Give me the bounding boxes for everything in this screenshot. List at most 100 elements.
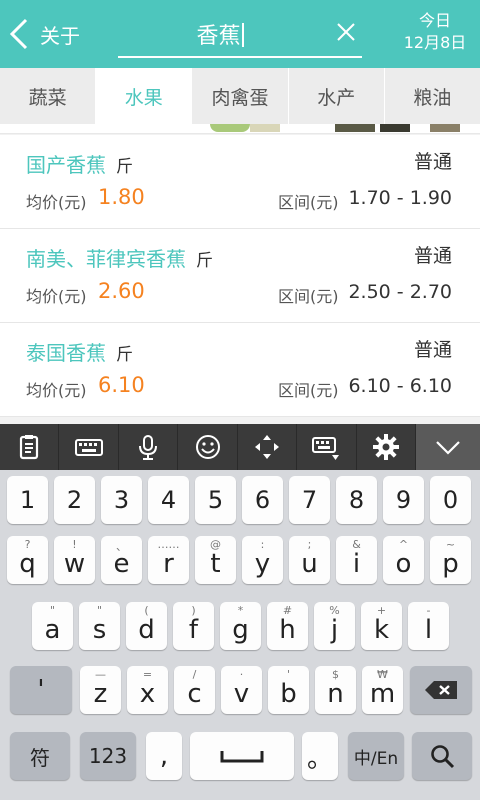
key-secondary-label: ' — [286, 668, 291, 681]
date-today-label: 今日 — [418, 11, 451, 30]
search-input[interactable]: 香蕉 — [118, 8, 362, 58]
avg-price-value: 2.60 — [98, 279, 145, 303]
key-8[interactable]: 8 — [336, 476, 377, 524]
key-label: w — [63, 549, 86, 579]
keyboard-toolbar — [0, 424, 480, 470]
key-l[interactable]: -l — [408, 602, 449, 650]
key-label: s — [92, 615, 107, 645]
key-n[interactable]: $ n — [315, 666, 356, 714]
key-p[interactable]: ~ p — [430, 536, 471, 584]
key-q[interactable]: ? q — [7, 536, 48, 584]
key-4[interactable]: 4 — [148, 476, 189, 524]
key-6[interactable]: 6 — [242, 476, 283, 524]
price-range-label: 区间(元) — [278, 193, 339, 212]
avg-price-value: 1.80 — [98, 185, 145, 209]
product-name: 南美、菲律宾香蕉 — [26, 247, 186, 271]
tab-vegetables[interactable]: 蔬菜 — [0, 68, 97, 124]
key-t[interactable]: @ t — [195, 536, 236, 584]
key-secondary-label: : — [260, 538, 265, 551]
key-b[interactable]: ' b — [268, 666, 309, 714]
key-1[interactable]: 1 — [7, 476, 48, 524]
key-label: q — [19, 549, 36, 579]
key-x[interactable]: = x — [127, 666, 168, 714]
category-tabs: 蔬菜 水果 肉禽蛋 水产 粮油 — [0, 68, 480, 124]
key-y[interactable]: :y — [242, 536, 283, 584]
key-c[interactable]: / c — [174, 666, 215, 714]
backspace-key[interactable] — [410, 666, 472, 714]
key-secondary-label: ₩ — [377, 668, 388, 681]
key-k[interactable]: + k — [361, 602, 402, 650]
avg-price-label: 均价(元) — [26, 381, 87, 400]
keyboard-layout-button[interactable] — [297, 424, 357, 470]
avg-price-value: 6.10 — [98, 373, 145, 397]
key-label: y — [254, 549, 271, 579]
app-header: 关于 香蕉 今日 12月8日 — [0, 0, 480, 68]
back-button[interactable]: 关于 — [6, 14, 96, 54]
key-o[interactable]: ^ o — [383, 536, 424, 584]
collapse-keyboard-button[interactable] — [416, 424, 480, 470]
key-v[interactable]: · v — [221, 666, 262, 714]
tab-fruit[interactable]: 水果 — [96, 68, 193, 124]
key-z[interactable]: — z — [80, 666, 121, 714]
key-i[interactable]: & i — [336, 536, 377, 584]
price-range-value: 6.10 - 6.10 — [348, 375, 452, 397]
key-label: r — [163, 549, 174, 579]
space-bar-icon — [220, 751, 264, 763]
key-m[interactable]: ₩ m — [362, 666, 403, 714]
space-key[interactable] — [190, 732, 294, 780]
key-9[interactable]: 9 — [383, 476, 424, 524]
price-range-value: 2.50 - 2.70 — [348, 281, 452, 303]
key-secondary-label: ? — [24, 538, 31, 551]
key-s[interactable]: " s — [79, 602, 120, 650]
list-item[interactable]: 南美、菲律宾香蕉斤 普通 均价(元) 2.60 区间(元) 2.50 - 2.7… — [0, 229, 480, 323]
key-e[interactable]: 、 e — [101, 536, 142, 584]
key-u[interactable]: ; u — [289, 536, 330, 584]
list-item[interactable]: 泰国香蕉斤 普通 均价(元) 6.10 区间(元) 6.10 - 6.10 — [0, 323, 480, 417]
key-secondary-label: · — [239, 668, 244, 681]
list-item[interactable]: 国产香蕉斤 普通 均价(元) 1.80 区间(元) 1.70 - 1.90 — [0, 135, 480, 229]
voice-input-button[interactable] — [119, 424, 179, 470]
key-h[interactable]: # h — [267, 602, 308, 650]
comma-key[interactable]: , — [146, 732, 182, 780]
back-label: 关于 — [40, 23, 80, 48]
key-w[interactable]: ! w — [54, 536, 95, 584]
key-g[interactable]: * g — [220, 602, 261, 650]
symbol-key[interactable]: 符 — [10, 732, 70, 780]
key-2[interactable]: 2 — [54, 476, 95, 524]
keyboard-switch-button[interactable] — [59, 424, 119, 470]
tab-meat-poultry-eggs[interactable]: 肉禽蛋 — [192, 68, 289, 124]
clipboard-button[interactable] — [0, 424, 60, 470]
key-secondary-label: — — [95, 668, 106, 681]
cursor-move-button[interactable] — [238, 424, 298, 470]
language-switch-key[interactable]: 中/En — [348, 732, 404, 780]
key-j[interactable]: % j — [314, 602, 355, 650]
key-7[interactable]: 7 — [289, 476, 330, 524]
key-3[interactable]: 3 — [101, 476, 142, 524]
apostrophe-key[interactable]: ' — [10, 666, 72, 714]
key-r[interactable]: …… r — [148, 536, 189, 584]
product-unit: 斤 — [196, 251, 213, 271]
period-key[interactable]: 。 — [302, 732, 338, 780]
number-key[interactable]: 123 — [80, 732, 136, 780]
date-display[interactable]: 今日 12月8日 — [400, 10, 470, 54]
key-0[interactable]: 0 — [430, 476, 471, 524]
product-grade: 普通 — [413, 151, 452, 173]
key-secondary-label: = — [142, 668, 153, 681]
settings-button[interactable] — [357, 424, 417, 470]
key-a[interactable]: " a — [32, 602, 73, 650]
tab-seafood[interactable]: 水产 — [289, 68, 385, 124]
key-secondary-label: @ — [210, 538, 221, 551]
key-secondary-label: 、 — [116, 540, 127, 553]
key-5[interactable]: 5 — [195, 476, 236, 524]
search-key[interactable] — [412, 732, 472, 780]
tab-grain-oil[interactable]: 粮油 — [385, 68, 480, 124]
key-f[interactable]: ) f — [173, 602, 214, 650]
emoji-button[interactable] — [178, 424, 238, 470]
price-range-label: 区间(元) — [278, 381, 339, 400]
close-icon[interactable] — [336, 22, 356, 42]
product-name: 泰国香蕉 — [26, 341, 106, 365]
key-d[interactable]: (d — [126, 602, 167, 650]
key-secondary-label: * — [237, 604, 244, 617]
key-secondary-label: - — [426, 604, 431, 617]
key-label: t — [210, 549, 221, 579]
